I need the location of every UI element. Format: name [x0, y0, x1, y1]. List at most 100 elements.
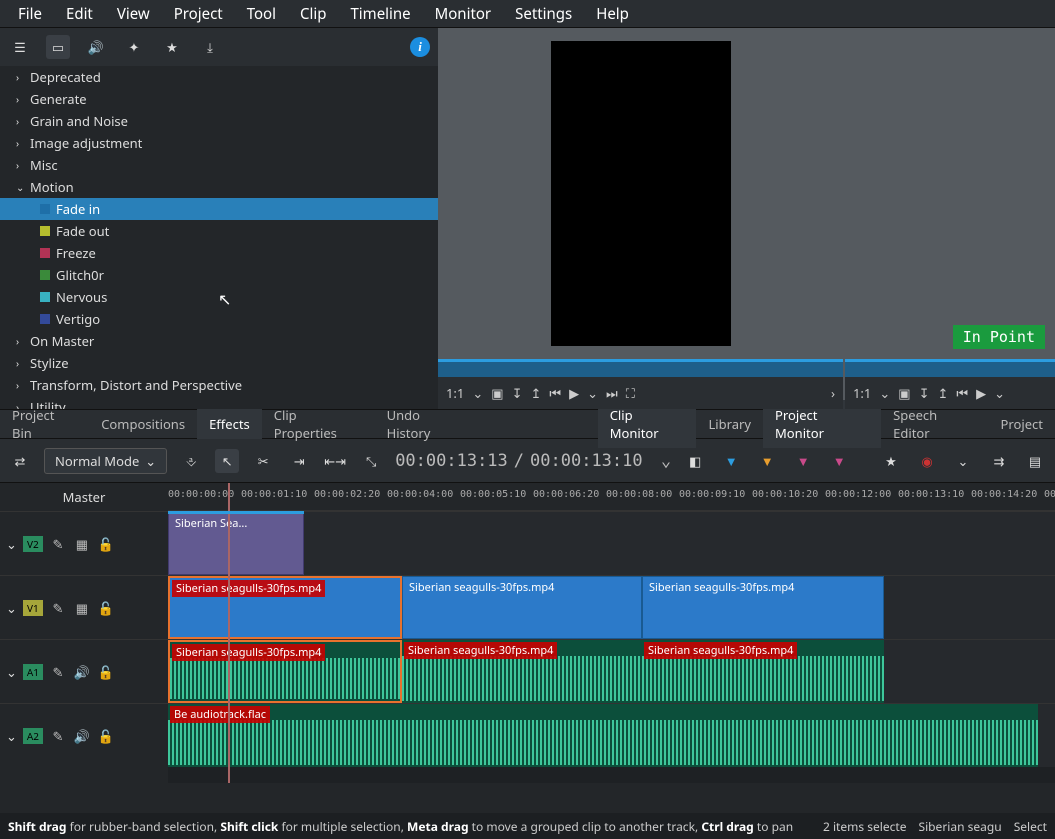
track-id[interactable]: V2 — [23, 536, 43, 552]
pointer-tool[interactable]: ↖ — [215, 449, 239, 473]
lock-icon[interactable]: 🔓 — [97, 727, 115, 745]
mark-in-icon[interactable]: ↧ — [919, 384, 930, 402]
rewind-icon[interactable]: ⏮ — [549, 384, 561, 402]
tab-effects[interactable]: Effects — [197, 409, 262, 439]
effect-item[interactable]: Fade out — [0, 220, 438, 242]
ratio-label[interactable]: 1:1 — [446, 384, 464, 402]
playhead[interactable] — [228, 483, 230, 783]
menu-project[interactable]: Project — [162, 0, 235, 28]
effect-item[interactable]: Glitch0r — [0, 264, 438, 286]
track-header-V1[interactable]: ⌄V1✎▦🔓 — [0, 575, 168, 639]
screen-icon[interactable]: ▭ — [46, 35, 70, 59]
scissors-icon[interactable]: ✂ — [251, 449, 275, 473]
rect-icon[interactable]: ▣ — [898, 384, 910, 402]
speaker-icon[interactable]: 🔊 — [84, 35, 108, 59]
settings-icon[interactable]: ⇉ — [987, 449, 1011, 473]
clip[interactable]: Siberian Sea... — [168, 512, 304, 575]
chevron-down-icon[interactable]: ⌄ — [994, 384, 1005, 402]
menu-tool[interactable]: Tool — [235, 0, 288, 28]
play-icon[interactable]: ▶ — [976, 384, 986, 402]
download-icon[interactable]: ⤓ — [198, 35, 222, 59]
speaker-icon[interactable]: 🔊 — [73, 727, 91, 745]
chevron-down-icon[interactable]: ⌄ — [6, 727, 17, 745]
track-id[interactable]: A1 — [23, 664, 43, 680]
marker-pink-icon[interactable]: ▼ — [791, 449, 815, 473]
ratio-label[interactable]: 1:1 — [853, 384, 871, 402]
film-icon[interactable]: ▦ — [73, 535, 91, 553]
chevron-down-icon[interactable]: ⌄ — [472, 384, 483, 402]
wand-icon[interactable]: ✦ — [122, 35, 146, 59]
master-track[interactable]: Master — [0, 483, 168, 511]
chevron-down-icon[interactable]: ⌄ — [879, 384, 890, 402]
effect-item[interactable]: Freeze — [0, 242, 438, 264]
filter-icon[interactable]: ⇄ — [8, 449, 32, 473]
square-icon[interactable]: ◧ — [683, 449, 707, 473]
clip-monitor-scrub[interactable] — [438, 359, 843, 377]
track-A2[interactable]: Be audiotrack.flac — [168, 703, 1055, 767]
marker-blue-icon[interactable]: ▼ — [719, 449, 743, 473]
forward-icon[interactable]: ⏭ — [606, 384, 618, 402]
clip[interactable]: Siberian seagulls-30fps.mp4 — [168, 640, 402, 703]
clip[interactable]: Siberian seagulls-30fps.mp4 — [168, 576, 402, 639]
menu-view[interactable]: View — [105, 0, 162, 28]
menu-file[interactable]: File — [6, 0, 54, 28]
zone-marker[interactable] — [168, 511, 304, 514]
clip[interactable]: Siberian seagulls-30fps.mp4 — [402, 576, 642, 639]
effect-item[interactable]: ›Utility — [0, 396, 438, 409]
lock-icon[interactable]: 🔓 — [97, 663, 115, 681]
track-id[interactable]: V1 — [23, 600, 43, 616]
chevron-down-icon[interactable]: ⌄ — [6, 663, 17, 681]
track-A1[interactable]: Siberian seagulls-30fps.mp4Siberian seag… — [168, 639, 1055, 703]
menu-clip[interactable]: Clip — [288, 0, 338, 28]
menu-settings[interactable]: Settings — [503, 0, 584, 28]
crop-icon[interactable]: ⛶ — [626, 384, 635, 402]
record-icon[interactable]: ◉ — [915, 449, 939, 473]
effect-item[interactable]: ⌄Motion — [0, 176, 438, 198]
chevron-down-icon[interactable]: ⌄ — [587, 384, 598, 402]
menu-edit[interactable]: Edit — [54, 0, 105, 28]
effect-item[interactable]: ›Transform, Distort and Perspective — [0, 374, 438, 396]
track-header-A2[interactable]: ⌄A2✎🔊🔓 — [0, 703, 168, 767]
clip[interactable]: Siberian seagulls-30fps.mp4 — [642, 576, 884, 639]
more-icon[interactable]: ▤ — [1023, 449, 1047, 473]
effect-item[interactable]: Vertigo — [0, 308, 438, 330]
wand-icon[interactable]: ✎ — [49, 663, 67, 681]
track-V1[interactable]: Siberian seagulls-30fps.mp4Siberian seag… — [168, 575, 1055, 639]
effect-item[interactable]: Fade in — [0, 198, 438, 220]
lock-icon[interactable]: 🔓 — [97, 599, 115, 617]
chevron-right-icon[interactable]: › — [831, 384, 835, 402]
info-icon[interactable]: i — [410, 37, 430, 57]
list-icon[interactable]: ☰ — [8, 35, 32, 59]
menu-monitor[interactable]: Monitor — [423, 0, 504, 28]
wand-icon[interactable]: ✎ — [49, 535, 67, 553]
rect-icon[interactable]: ▣ — [491, 384, 503, 402]
extract-icon[interactable]: ⤡ — [359, 449, 383, 473]
chevron-down-icon[interactable]: ⌄ — [661, 451, 671, 471]
tab-project[interactable]: Project — [989, 409, 1055, 439]
track-header-V2[interactable]: ⌄V2✎▦🔓 — [0, 511, 168, 575]
clip[interactable]: Be audiotrack.flac — [168, 704, 1038, 767]
effect-item[interactable]: ›Generate — [0, 88, 438, 110]
effect-item[interactable]: ›Grain and Noise — [0, 110, 438, 132]
menu-help[interactable]: Help — [584, 0, 641, 28]
timecode-display[interactable]: 00:00:13:13/00:00:13:10 ⌄ — [395, 451, 671, 471]
play-icon[interactable]: ▶ — [569, 384, 579, 402]
project-monitor-scrub[interactable] — [845, 359, 1055, 377]
clip[interactable]: Siberian seagulls-30fps.mp4 — [402, 640, 642, 703]
menu-timeline[interactable]: Timeline — [338, 0, 422, 28]
edit-mode-selector[interactable]: Normal Mode ⌄ — [44, 448, 167, 474]
mark-in-icon[interactable]: ↧ — [512, 384, 523, 402]
track-header-A1[interactable]: ⌄A1✎🔊🔓 — [0, 639, 168, 703]
track-V2[interactable]: Siberian Sea... — [168, 511, 1055, 575]
chevron-down-icon[interactable]: ⌄ — [6, 535, 17, 553]
chevron-down-icon[interactable]: ⌄ — [951, 449, 975, 473]
overwrite-icon[interactable]: ⇤⇥ — [323, 449, 347, 473]
effect-item[interactable]: ›On Master — [0, 330, 438, 352]
clip[interactable]: Siberian seagulls-30fps.mp4 — [642, 640, 884, 703]
wand-icon[interactable]: ✎ — [49, 727, 67, 745]
chevron-down-icon[interactable]: ⌄ — [6, 599, 17, 617]
mark-out-icon[interactable]: ↥ — [937, 384, 948, 402]
timeline[interactable]: Master ⌄V2✎▦🔓⌄V1✎▦🔓⌄A1✎🔊🔓⌄A2✎🔊🔓 00:00:00… — [0, 483, 1055, 783]
star-icon[interactable]: ★ — [160, 35, 184, 59]
effect-item[interactable]: ›Deprecated — [0, 66, 438, 88]
